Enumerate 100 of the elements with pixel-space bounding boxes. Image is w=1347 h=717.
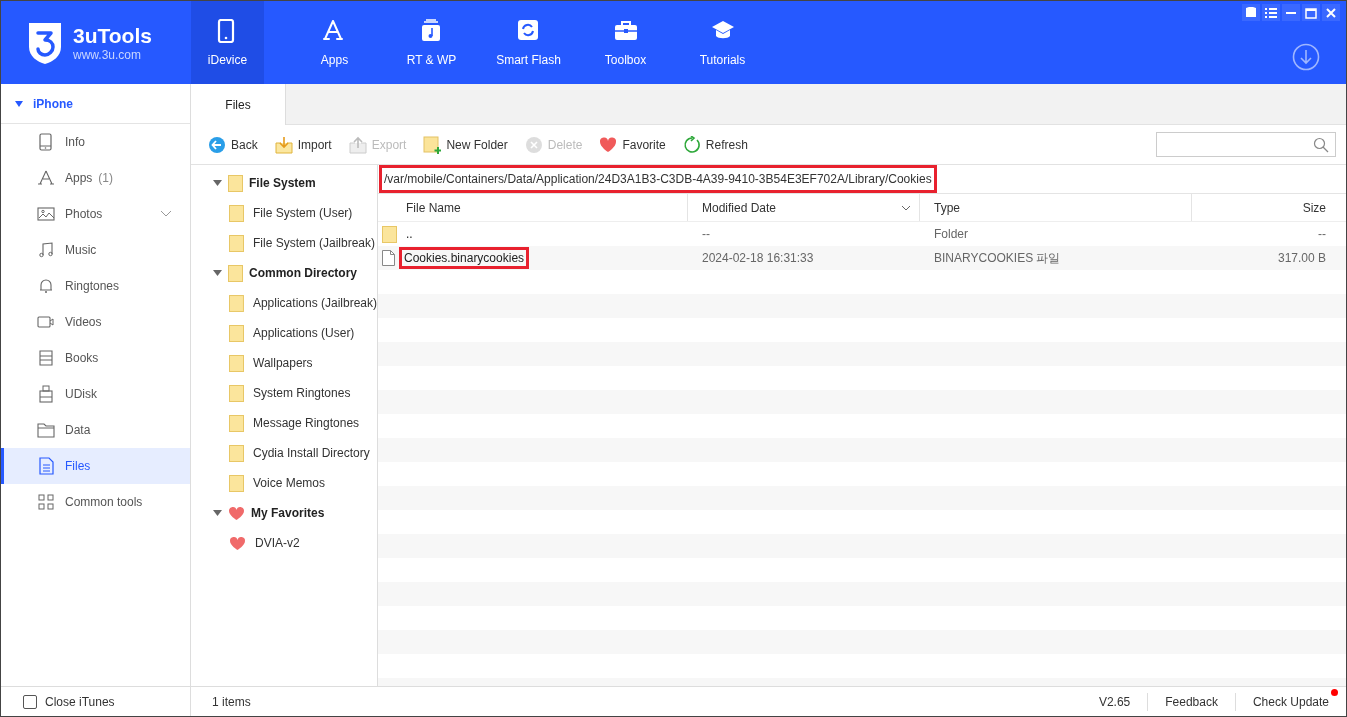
delete-circle-icon	[524, 135, 543, 154]
toolbar-button[interactable]: New Folder	[423, 135, 508, 154]
menu-button[interactable]	[1262, 4, 1280, 21]
column-header[interactable]: File Name	[378, 194, 688, 221]
folder-icon	[229, 474, 244, 492]
tree-node[interactable]: Voice Memos	[191, 468, 377, 498]
sidebar-item[interactable]: Files	[1, 448, 190, 484]
search-icon	[1313, 136, 1329, 153]
table-cell-text: BINARYCOOKIES 파일	[933, 249, 1062, 267]
column-header[interactable]: Size	[1192, 194, 1346, 221]
sidebar-item[interactable]: Ringtones	[1, 268, 190, 304]
heart-icon	[599, 135, 618, 154]
folder-icon	[229, 234, 244, 252]
download-icon	[1292, 43, 1320, 71]
heart-icon	[228, 505, 245, 521]
tab[interactable]: Files	[191, 84, 286, 125]
tree-node[interactable]: File System	[191, 168, 377, 198]
website-text: www.3u.com	[73, 47, 143, 62]
tree-node[interactable]: File System (User)	[191, 198, 377, 228]
folder-icon	[229, 444, 244, 462]
minimize-button[interactable]	[1282, 4, 1300, 21]
sidebar-item[interactable]: Common tools	[1, 484, 190, 520]
document-icon	[37, 457, 55, 475]
sidebar-item[interactable]: Music	[1, 232, 190, 268]
import-tray-icon	[274, 135, 293, 154]
grid-icon	[37, 493, 55, 511]
folder-icon	[229, 414, 244, 432]
sidebar-item[interactable]: Videos	[1, 304, 190, 340]
close-icon	[1323, 5, 1339, 20]
folder-icon	[228, 174, 243, 192]
column-header[interactable]: Type	[920, 194, 1192, 221]
folder-icon	[382, 225, 397, 243]
tree-node[interactable]: Applications (Jailbreak)	[191, 288, 377, 318]
heart-icon	[229, 535, 246, 551]
tree-node[interactable]: Cydia Install Directory	[191, 438, 377, 468]
path-field[interactable]: /var/mobile/Containers/Data/Application/24D3A1B3-C3DB-4A39-9410-3B54E3EF702A/Library/Cookies	[379, 165, 937, 193]
folder-icon	[37, 421, 55, 439]
sidebar-item[interactable]: Books	[1, 340, 190, 376]
list-icon	[1263, 5, 1279, 20]
minimize-icon	[1286, 11, 1296, 14]
refresh-icon	[682, 135, 701, 154]
folder-icon	[229, 384, 244, 402]
check-update-link[interactable]: Check Update	[1252, 694, 1329, 709]
nav-tab[interactable]: Apps	[286, 1, 383, 84]
folder-icon	[229, 204, 244, 222]
new-folder-icon	[423, 135, 442, 154]
file-icon	[382, 250, 395, 266]
toolbox-icon	[613, 18, 638, 43]
books-icon	[37, 349, 55, 367]
nav-tab[interactable]: RT & WP	[383, 1, 480, 84]
column-header[interactable]: Modified Date	[688, 194, 920, 221]
sidebar-item[interactable]: Apps (1)	[1, 160, 190, 196]
toolbar-button[interactable]: Refresh	[682, 135, 748, 154]
table-cell-text: Folder	[933, 227, 969, 241]
table-cell-text: 2024-02-18 16:31:33	[701, 251, 815, 265]
sidebar-item[interactable]: Data	[1, 412, 190, 448]
device-name: iPhone	[33, 96, 73, 111]
nav-tab[interactable]: Toolbox	[577, 1, 674, 84]
folder-icon	[229, 294, 244, 312]
picture-icon	[37, 205, 55, 223]
sidebar-item[interactable]: UDisk	[1, 376, 190, 412]
maximize-button[interactable]	[1302, 4, 1320, 21]
tree-node[interactable]: Applications (User)	[191, 318, 377, 348]
search-field[interactable]	[1156, 132, 1336, 157]
checkbox[interactable]	[23, 694, 37, 709]
file-name[interactable]: Cookies.binarycookies	[399, 247, 530, 269]
toolbar-button[interactable]: Favorite	[599, 135, 666, 154]
folder-icon	[229, 324, 244, 342]
table-cell-text: 317.00 B	[1276, 251, 1327, 265]
item-count: (1)	[98, 171, 114, 185]
sidebar-item[interactable]: Photos	[1, 196, 190, 232]
tree-node[interactable]: DVIA-v2	[191, 528, 377, 558]
export-tray-icon	[348, 135, 367, 154]
folder-icon	[229, 354, 244, 372]
file-name[interactable]: ..	[401, 223, 418, 245]
feedback-link[interactable]: Feedback	[1165, 694, 1218, 709]
app-store-icon	[37, 169, 55, 187]
usb-drive-icon	[37, 385, 55, 403]
phone-icon	[37, 133, 55, 151]
nav-tab[interactable]: Smart Flash	[480, 1, 577, 84]
bell-icon	[37, 277, 55, 295]
tree-node[interactable]: My Favorites	[191, 498, 377, 528]
refresh-square-icon	[516, 18, 541, 43]
nav-tab[interactable]: iDevice	[191, 1, 264, 84]
sidebar-item[interactable]: Info	[1, 124, 190, 160]
tree-node[interactable]: Wallpapers	[191, 348, 377, 378]
tree-node[interactable]: Common Directory	[191, 258, 377, 288]
close-button[interactable]	[1322, 4, 1340, 21]
item-count: 1 items	[211, 694, 251, 709]
toolbar-button[interactable]: Back	[208, 135, 258, 154]
tree-node[interactable]: File System (Jailbreak)	[191, 228, 377, 258]
table-cell-text: --	[1317, 227, 1327, 241]
music-note-icon	[37, 241, 55, 259]
toolbar-button[interactable]: Import	[274, 135, 332, 154]
nav-tab[interactable]: Tutorials	[674, 1, 771, 84]
tree-node[interactable]: System Ringtones	[191, 378, 377, 408]
version-text: V2.65	[1098, 694, 1131, 709]
maximize-icon	[1303, 5, 1319, 20]
table-cell-text: --	[701, 227, 711, 241]
tree-node[interactable]: Message Ringtones	[191, 408, 377, 438]
